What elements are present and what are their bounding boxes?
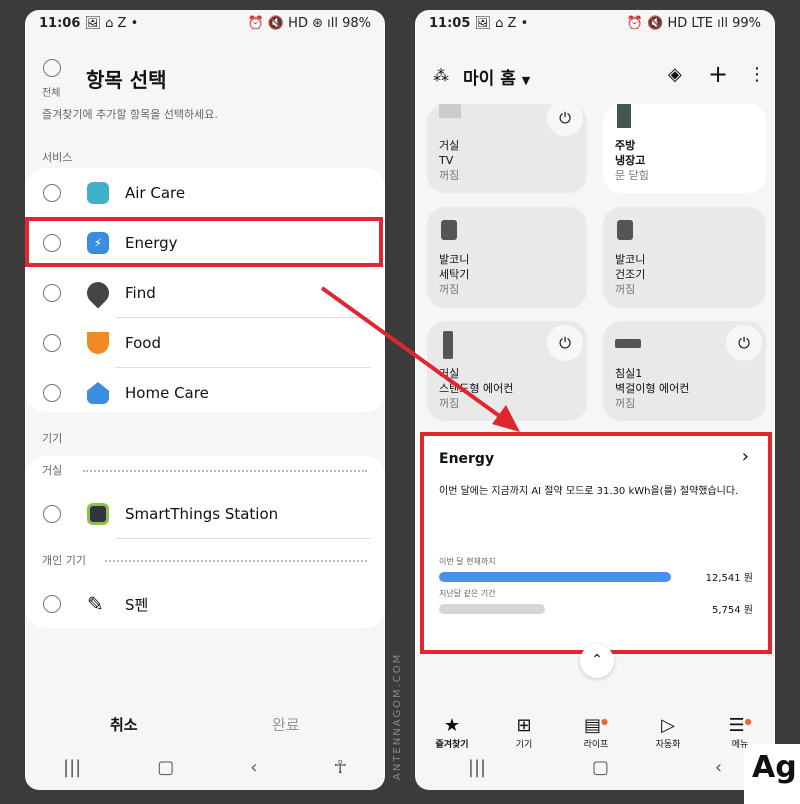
watermark: ANTENNAGOM.COM (392, 652, 403, 780)
logo-text: Ag (752, 750, 797, 785)
ag-logo: Ag (744, 744, 800, 804)
